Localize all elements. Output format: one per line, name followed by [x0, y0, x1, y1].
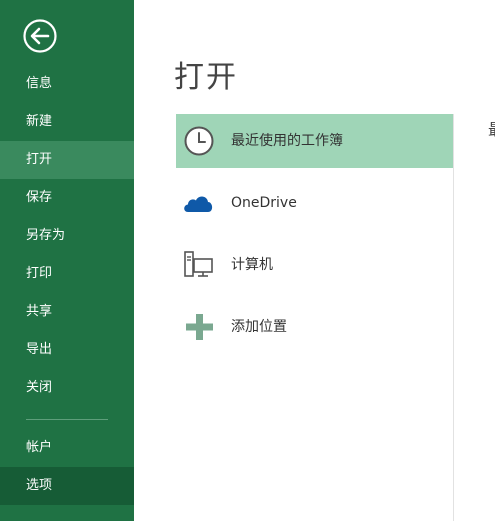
nav-item-open[interactable]: 打开 — [0, 141, 134, 179]
excel-backstage: 信息 新建 打开 保存 另存为 打印 共享 导出 关闭 帐户 选项 打开 最近使… — [0, 0, 495, 521]
page-title: 打开 — [174, 60, 238, 95]
location-recent-workbooks[interactable]: 最近使用的工作簿 — [176, 114, 453, 168]
onedrive-cloud-icon — [184, 196, 213, 212]
pane-divider — [453, 114, 454, 521]
computer-icon — [184, 251, 213, 277]
back-arrow-icon — [23, 19, 57, 53]
nav-item-options[interactable]: 选项 — [0, 467, 134, 505]
nav-item-close[interactable]: 关闭 — [0, 369, 134, 407]
location-computer[interactable]: 计算机 — [176, 238, 453, 292]
nav-item-new[interactable]: 新建 — [0, 103, 134, 141]
recent-workbooks-heading: 最 — [488, 116, 495, 140]
nav-item-save[interactable]: 保存 — [0, 179, 134, 217]
back-button[interactable] — [22, 18, 58, 54]
open-locations-list: 最近使用的工作簿 OneDrive 计算机 添加位置 — [176, 114, 453, 362]
backstage-nav: 信息 新建 打开 保存 另存为 打印 共享 导出 关闭 帐户 选项 — [0, 0, 134, 521]
location-onedrive[interactable]: OneDrive — [176, 176, 453, 230]
nav-divider — [26, 419, 108, 420]
location-add-place[interactable]: 添加位置 — [176, 300, 453, 354]
plus-icon — [186, 314, 213, 340]
nav-item-account[interactable]: 帐户 — [0, 429, 134, 467]
nav-item-save-as[interactable]: 另存为 — [0, 217, 134, 255]
clock-icon — [184, 126, 214, 156]
location-label: 计算机 — [231, 257, 273, 273]
location-label: OneDrive — [231, 195, 297, 211]
nav-item-share[interactable]: 共享 — [0, 293, 134, 331]
location-label: 添加位置 — [231, 319, 287, 335]
open-panel: 打开 最近使用的工作簿 OneDrive 计算机 添加位置 — [134, 0, 495, 521]
nav-item-info[interactable]: 信息 — [0, 65, 134, 103]
nav-item-print[interactable]: 打印 — [0, 255, 134, 293]
nav-item-export[interactable]: 导出 — [0, 331, 134, 369]
location-label: 最近使用的工作簿 — [231, 133, 343, 149]
